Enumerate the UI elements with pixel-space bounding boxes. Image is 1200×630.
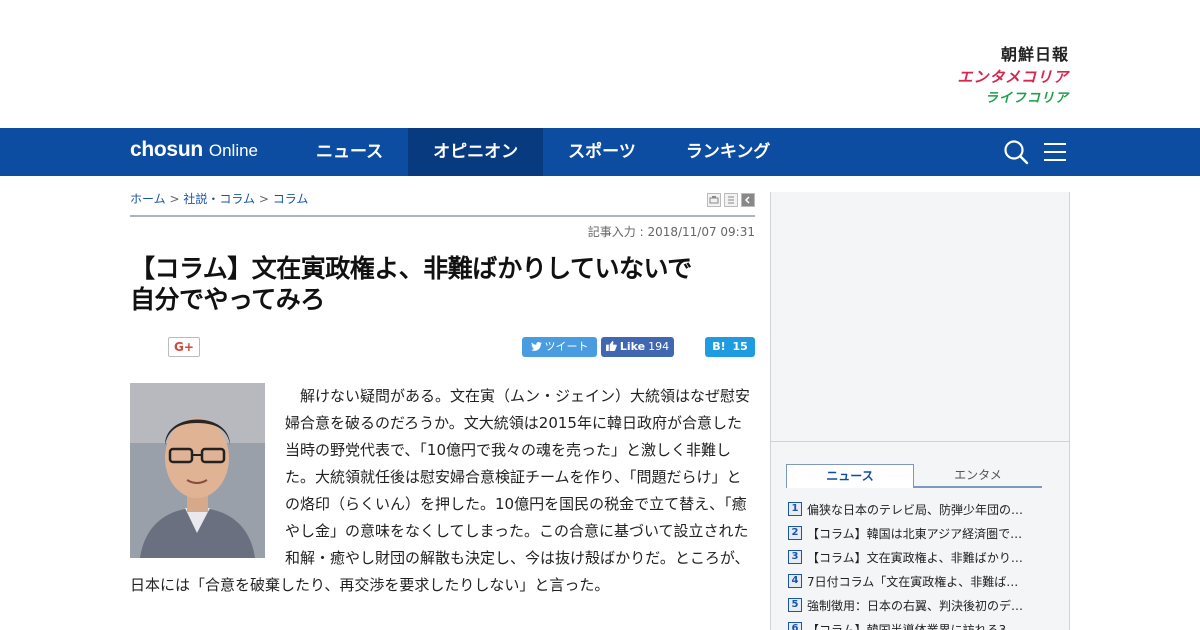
breadcrumb-row: ホーム > 社説・コラム > コラム — [130, 176, 755, 217]
nav-item-opinion[interactable]: オピニオン — [408, 128, 544, 176]
rank-title: 7日付コラム「文在寅政権よ、非難ば… — [807, 574, 1019, 589]
ranking-list: 1 偏狭な日本のテレビ局、防弾少年団の… 2 【コラム】韓国は北東アジア経済圏で… … — [788, 497, 1053, 630]
breadcrumb-sep: > — [169, 192, 180, 206]
like-label: Like — [619, 340, 646, 353]
rank-title: 強制徴用：日本の右翼、判決後初のデ… — [807, 598, 1024, 613]
facebook-like-button[interactable]: Like 194 — [601, 337, 674, 357]
list-item[interactable]: 1 偏狭な日本のテレビ局、防弾少年団の… — [788, 497, 1053, 521]
article-body: 解けない疑問がある。文在寅（ムン・ジェイン）大統領はなぜ慰安婦合意を破るのだろう… — [130, 383, 755, 599]
menu-icon[interactable] — [1043, 141, 1067, 163]
headline-line-2: 自分でやってみろ — [130, 285, 325, 314]
article-date: 記事入力 : 2018/11/07 09:31 — [587, 225, 755, 239]
logo-sub-text: Online — [208, 141, 259, 160]
rank-number: 6 — [788, 622, 802, 630]
author-photo — [130, 383, 265, 558]
tab-entame[interactable]: エンタメ — [914, 464, 1042, 488]
nav-item-sports[interactable]: スポーツ — [543, 128, 661, 176]
sidebar: ニュース エンタメ 1 偏狭な日本のテレビ局、防弾少年団の… 2 【コラム】韓国は北… — [770, 192, 1070, 630]
list-item[interactable]: 2 【コラム】韓国は北東アジア経済圏で… — [788, 521, 1053, 545]
rank-title: 偏狭な日本のテレビ局、防弾少年団の… — [807, 502, 1024, 517]
breadcrumb-sep: > — [258, 192, 269, 206]
headline-line-1: 【コラム】文在寅政権よ、非難ばかりしていないで — [130, 254, 692, 283]
main-navbar: chosun Online ニュース オピニオン スポーツ ランキング — [0, 128, 1200, 176]
back-arrow-icon[interactable] — [741, 193, 755, 207]
list-item[interactable]: 6 【コラム】韓国半導体業界に訪れる3… — [788, 617, 1053, 630]
google-plus-button[interactable]: G+ — [168, 337, 200, 357]
list-item[interactable]: 3 【コラム】文在寅政権よ、非難ばかり… — [788, 545, 1053, 569]
brand-links: 朝鮮日報 エンタメコリア ライフコリア — [929, 44, 1069, 110]
print-icon[interactable] — [707, 193, 721, 207]
nav-item-ranking[interactable]: ランキング — [661, 128, 796, 176]
ad-space — [771, 192, 1069, 442]
rank-title: 【コラム】韓国は北東アジア経済圏で… — [807, 526, 1023, 541]
hatena-bookmark-button[interactable]: B! 15 — [705, 337, 755, 357]
util-icons — [707, 193, 755, 207]
hatena-count: 15 — [732, 340, 748, 353]
list-item[interactable]: 5 強制徴用：日本の右翼、判決後初のデ… — [788, 593, 1053, 617]
nav-item-news[interactable]: ニュース — [291, 128, 408, 176]
like-count: 194 — [648, 340, 670, 353]
text-size-icon[interactable] — [724, 193, 738, 207]
breadcrumb-home[interactable]: ホーム — [130, 192, 166, 206]
rank-number: 1 — [788, 502, 802, 516]
ranking-tabs: ニュース エンタメ — [786, 464, 1042, 488]
rank-number: 5 — [788, 598, 802, 612]
chosun-ilbo-link[interactable]: 朝鮮日報 — [929, 44, 1069, 66]
nav-items: ニュース オピニオン スポーツ ランキング — [291, 128, 795, 176]
tweet-button[interactable]: ツイート — [522, 337, 597, 357]
tweet-label: ツイート — [544, 340, 589, 353]
logo-main-text: chosun — [130, 138, 203, 161]
life-korea-link[interactable]: ライフコリア — [929, 88, 1069, 110]
top-header: 朝鮮日報 エンタメコリア ライフコリア — [0, 0, 1200, 128]
rank-number: 3 — [788, 550, 802, 564]
hatena-label: B! — [712, 340, 726, 353]
rank-title: 【コラム】文在寅政権よ、非難ばかり… — [807, 550, 1023, 565]
breadcrumb-section[interactable]: 社説・コラム — [183, 192, 255, 206]
main-column: ホーム > 社説・コラム > コラム 記事入力 : 2018/11/07 09:… — [130, 176, 755, 599]
article-headline: 【コラム】文在寅政権よ、非難ばかりしていないで 自分でやってみろ — [130, 253, 755, 315]
share-row: G+ ツイート Like 194 B! 15 — [130, 331, 755, 371]
entame-korea-link[interactable]: エンタメコリア — [929, 66, 1069, 88]
rank-number: 4 — [788, 574, 802, 588]
twitter-bird-icon — [530, 342, 542, 351]
thumbs-up-icon — [605, 341, 617, 351]
breadcrumb-sub[interactable]: コラム — [273, 192, 309, 206]
chosun-online-logo[interactable]: chosun Online — [130, 138, 258, 166]
tab-news[interactable]: ニュース — [786, 464, 914, 488]
nav-icons — [1003, 139, 1067, 165]
list-item[interactable]: 4 7日付コラム「文在寅政権よ、非難ば… — [788, 569, 1053, 593]
rank-title: 【コラム】韓国半導体業界に訪れる3… — [807, 622, 1019, 630]
rank-number: 2 — [788, 526, 802, 540]
search-icon[interactable] — [1003, 139, 1029, 165]
breadcrumb: ホーム > 社説・コラム > コラム — [130, 190, 308, 207]
